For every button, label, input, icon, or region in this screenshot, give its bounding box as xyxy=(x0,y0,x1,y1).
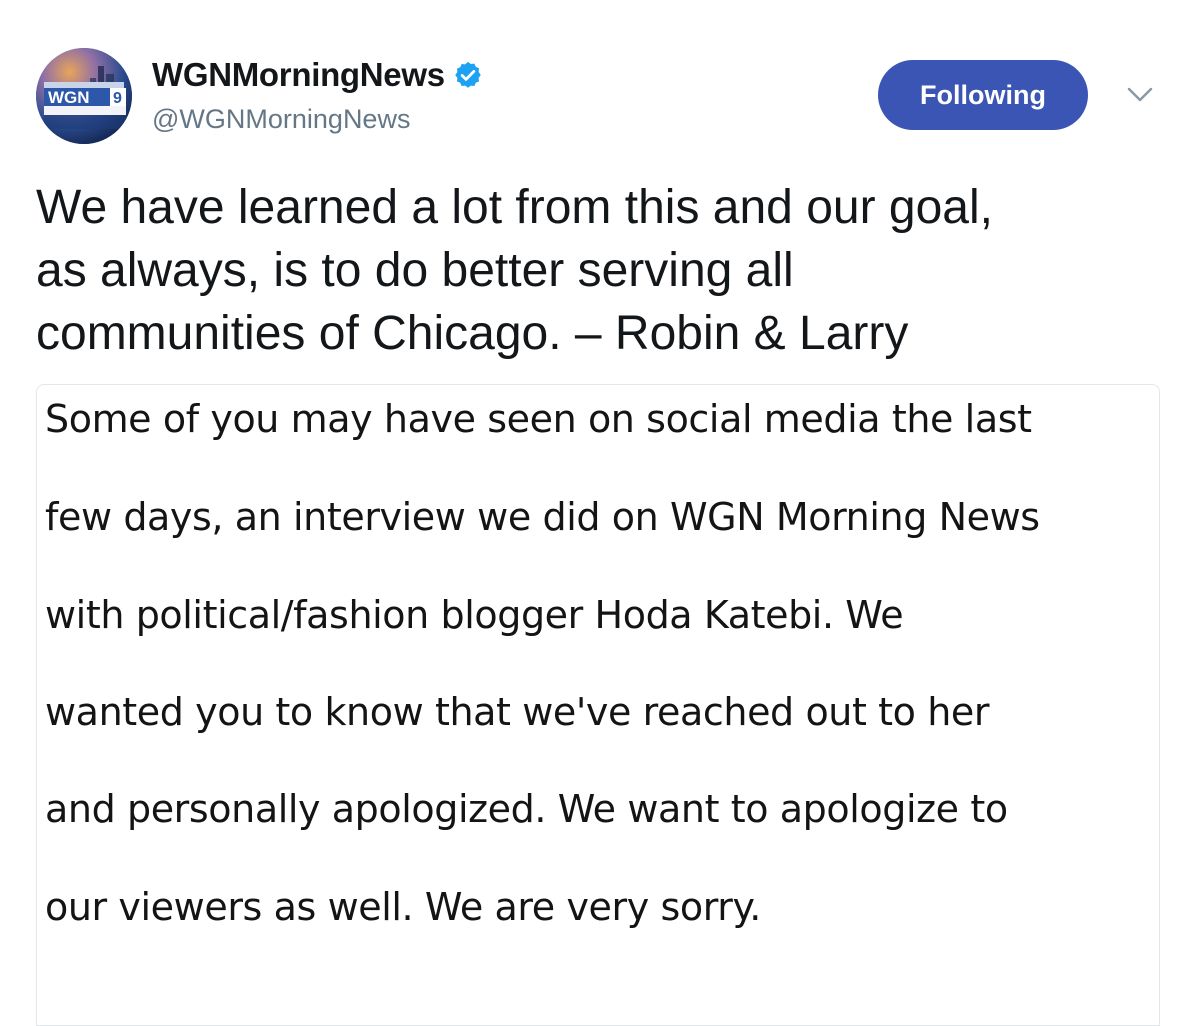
tweet-media-image[interactable]: Some of you may have seen on social medi… xyxy=(36,384,1160,1026)
author-name-row[interactable]: WGNMorningNews xyxy=(152,56,483,94)
tweet-header: WGN 9 WGNMorningNews @WGNMorningNews Fol… xyxy=(0,0,1198,160)
author-handle[interactable]: @WGNMorningNews xyxy=(152,102,410,136)
statement-line: wanted you to know that we've reached ou… xyxy=(45,690,990,734)
tweet-text-line: We have learned a lot from this and our … xyxy=(36,181,993,234)
statement-line: our viewers as well. We are very sorry. xyxy=(45,885,761,929)
tweet-text-line: as always, is to do better serving all xyxy=(36,244,794,297)
svg-text:WGN: WGN xyxy=(48,88,90,107)
chevron-down-icon[interactable] xyxy=(1126,84,1154,106)
statement-line: Some of you may have seen on social medi… xyxy=(45,397,1032,441)
following-button[interactable]: Following xyxy=(878,60,1088,130)
statement-image: Some of you may have seen on social medi… xyxy=(37,385,1159,1025)
svg-text:9: 9 xyxy=(113,90,122,107)
verified-badge-icon xyxy=(453,60,483,90)
tweet-text: We have learned a lot from this and our … xyxy=(36,176,1166,365)
tweet-text-line: communities of Chicago. – Robin & Larry xyxy=(36,307,909,360)
avatar[interactable]: WGN 9 xyxy=(36,48,132,144)
author-display-name[interactable]: WGNMorningNews xyxy=(152,56,445,94)
statement-line: and personally apologized. We want to ap… xyxy=(45,787,1008,831)
statement-line: with political/fashion blogger Hoda Kate… xyxy=(45,593,904,637)
statement-line: few days, an interview we did on WGN Mor… xyxy=(45,495,1040,539)
wgn9-logo-icon: WGN 9 xyxy=(36,48,132,144)
